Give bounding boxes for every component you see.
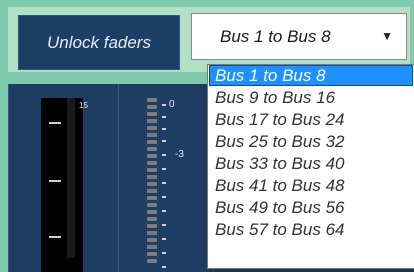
meter-tick xyxy=(162,182,166,184)
meter-tick xyxy=(162,238,166,240)
unlock-faders-button[interactable]: Unlock faders xyxy=(18,15,180,70)
meter-tick xyxy=(162,210,166,212)
meter-tick xyxy=(162,224,166,226)
dropdown-option-bus-17-24[interactable]: Bus 17 to Bus 24 xyxy=(209,109,413,130)
dropdown-option-bus-9-16[interactable]: Bus 9 to Bus 16 xyxy=(209,87,413,108)
bus-range-select-value: Bus 1 to Bus 8 xyxy=(220,27,331,46)
level-meter xyxy=(147,98,157,272)
meter-tick xyxy=(162,154,166,156)
meter-tick xyxy=(162,116,166,118)
caret-down-icon[interactable]: ▼ xyxy=(381,14,393,59)
dropdown-option-bus-49-56[interactable]: Bus 49 to Bus 56 xyxy=(209,197,413,218)
meter-tick xyxy=(162,168,166,170)
bus-range-select[interactable]: Bus 1 to Bus 8 ▼ xyxy=(191,13,407,60)
meter-tick xyxy=(162,196,166,198)
fader-number-label: 15 xyxy=(79,101,88,110)
meter-tick xyxy=(162,140,166,142)
fader-tick xyxy=(49,180,61,182)
fader-slot[interactable] xyxy=(67,98,75,258)
dropdown-option-bus-57-64[interactable]: Bus 57 to Bus 64 xyxy=(209,219,413,240)
meter-tick xyxy=(162,266,166,268)
fader-tick xyxy=(49,236,61,238)
mixer-left-edge xyxy=(0,84,8,272)
channel-strip: 0 -3 xyxy=(118,84,215,272)
bus-range-dropdown: Bus 1 to Bus 8 Bus 9 to Bus 16 Bus 17 to… xyxy=(207,64,414,269)
meter-tick xyxy=(162,252,166,254)
meter-label-minus-3: -3 xyxy=(175,149,184,160)
toolbar: Unlock faders Bus 1 to Bus 8 ▼ xyxy=(8,7,410,72)
meter-tick xyxy=(162,104,166,106)
dropdown-option-bus-41-48[interactable]: Bus 41 to Bus 48 xyxy=(209,175,413,196)
fader-tick xyxy=(49,122,61,124)
dropdown-option-bus-1-8[interactable]: Bus 1 to Bus 8 xyxy=(209,65,413,86)
channel-strip: 15 xyxy=(8,84,120,272)
fader-track xyxy=(41,98,83,272)
dropdown-option-bus-25-32[interactable]: Bus 25 to Bus 32 xyxy=(209,131,413,152)
meter-label-0: 0 xyxy=(169,99,175,110)
meter-tick xyxy=(162,128,166,130)
dropdown-option-bus-33-40[interactable]: Bus 33 to Bus 40 xyxy=(209,153,413,174)
